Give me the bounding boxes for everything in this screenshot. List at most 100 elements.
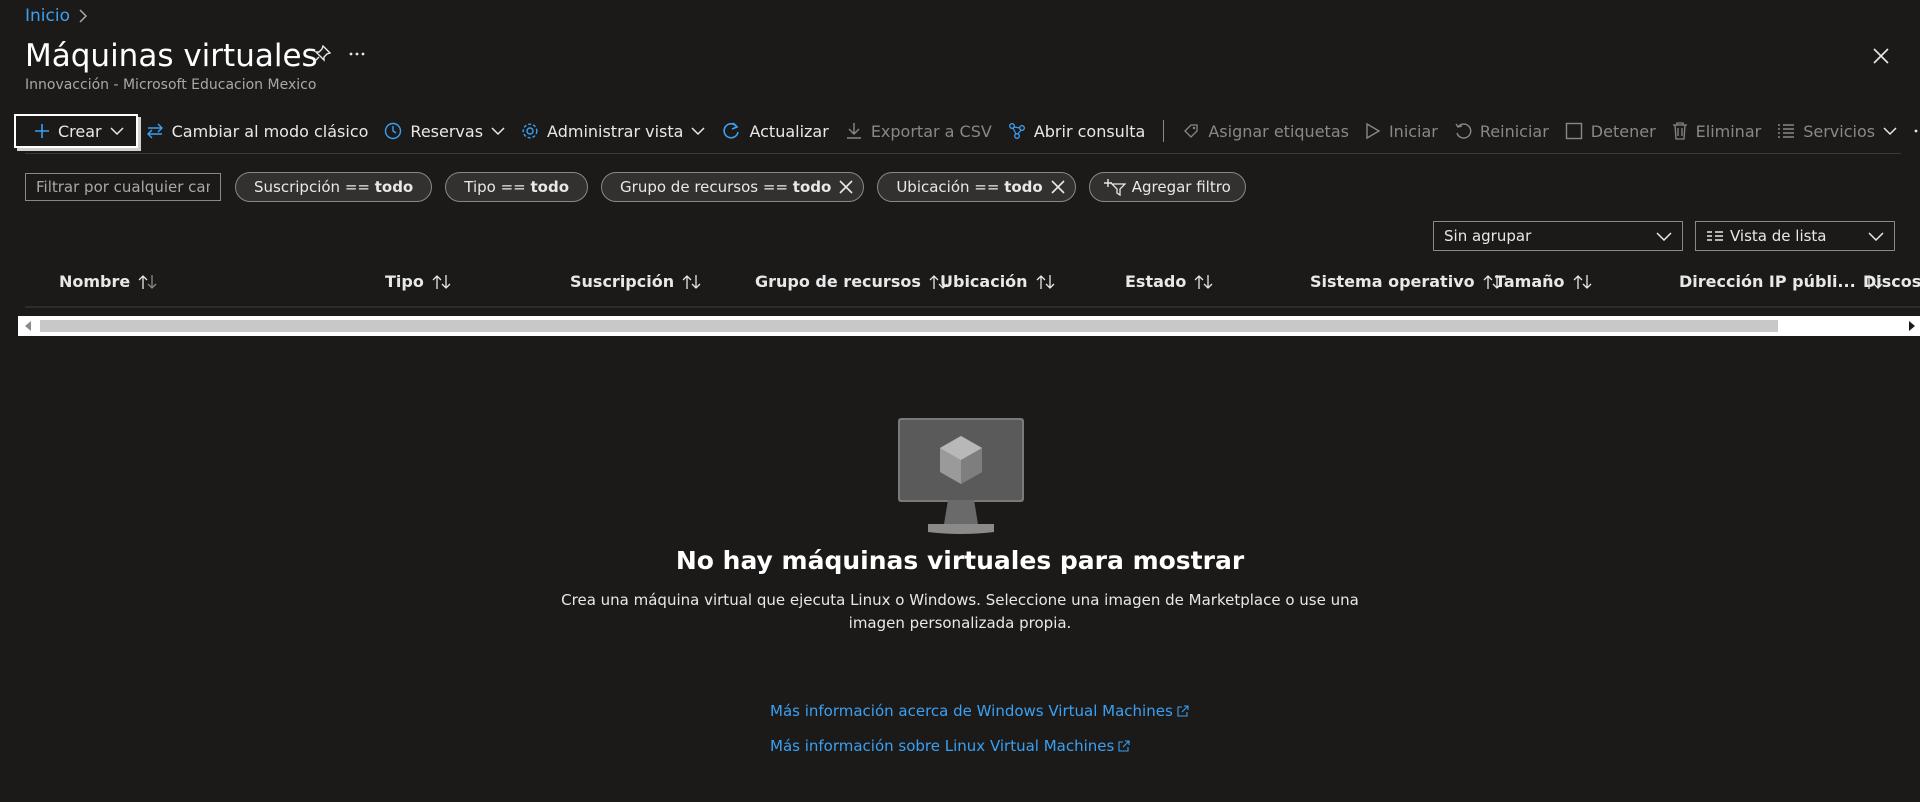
tag-icon: [1182, 122, 1200, 140]
page-title: Máquinas virtuales: [25, 38, 318, 74]
reservations-button[interactable]: Reservas: [376, 116, 513, 146]
export-csv-label: Exportar a CSV: [870, 121, 992, 141]
filter-search-input[interactable]: [25, 173, 221, 201]
assign-tags-button[interactable]: Asignar etiquetas: [1174, 116, 1357, 146]
column-header-status[interactable]: Estado: [1125, 272, 1214, 291]
column-header-public-ip[interactable]: Dirección IP públi...: [1679, 272, 1884, 291]
virtual-machine-monitor-icon: [898, 418, 1024, 536]
column-header-resource-group[interactable]: Grupo de recursos: [755, 272, 949, 291]
toolbar-divider: [1163, 120, 1165, 142]
add-filter-button[interactable]: Agregar filtro: [1088, 172, 1246, 202]
services-button[interactable]: Servicios: [1769, 116, 1905, 146]
breadcrumb: Inicio: [25, 4, 88, 28]
trash-icon: [1672, 122, 1688, 140]
services-label: Servicios: [1803, 121, 1876, 141]
open-query-button[interactable]: Abrir consulta: [1000, 116, 1154, 146]
manage-view-button[interactable]: Administrar vista: [513, 116, 713, 146]
windows-vm-info-label: Más información acerca de Windows Virtua…: [770, 702, 1173, 720]
remove-filter-icon[interactable]: [839, 180, 853, 194]
refresh-label: Actualizar: [749, 121, 829, 141]
filter-pill-value: todo: [1004, 178, 1043, 196]
export-csv-button[interactable]: Exportar a CSV: [837, 116, 1000, 146]
more-commands-button[interactable]: [1905, 116, 1920, 146]
chevron-down-icon: [1656, 231, 1672, 241]
sort-icon: [682, 274, 702, 290]
filter-pill-value: todo: [792, 178, 832, 196]
chevron-down-icon: [691, 126, 705, 136]
more-options-icon[interactable]: [348, 51, 366, 57]
linux-vm-info-label: Más información sobre Linux Virtual Mach…: [770, 737, 1115, 755]
scrollbar-thumb[interactable]: [40, 320, 1778, 332]
column-header-label: Grupo de recursos: [755, 272, 921, 291]
command-bar: Crear Cambiar al modo clásico Reservas A…: [14, 114, 1920, 148]
add-filter-label: Agregar filtro: [1131, 178, 1231, 196]
sort-icon: [1036, 274, 1056, 290]
classic-mode-label: Cambiar al modo clásico: [171, 121, 369, 141]
chevron-down-icon: [491, 126, 505, 136]
table-header-divider: [25, 306, 1920, 308]
restart-label: Reiniciar: [1479, 121, 1549, 141]
delete-button[interactable]: Eliminar: [1664, 116, 1770, 146]
stop-button[interactable]: Detener: [1557, 116, 1664, 146]
sort-icon: [1573, 274, 1593, 290]
create-button[interactable]: Crear: [14, 114, 138, 148]
list-icon: [1777, 123, 1795, 139]
scroll-left-arrow-icon[interactable]: [24, 321, 32, 331]
chevron-down-icon: [1868, 231, 1884, 241]
column-header-subscription[interactable]: Suscripción: [570, 272, 702, 291]
classic-mode-button[interactable]: Cambiar al modo clásico: [138, 116, 377, 146]
column-header-label: Sistema operativo: [1310, 272, 1475, 291]
column-header-label: Suscripción: [570, 272, 675, 291]
view-mode-value: Vista de lista: [1730, 227, 1827, 245]
filter-pill-value: todo: [530, 178, 570, 196]
horizontal-scrollbar[interactable]: [18, 316, 1920, 336]
refresh-button[interactable]: Actualizar: [713, 116, 836, 146]
grouping-dropdown[interactable]: Sin agrupar: [1433, 221, 1683, 251]
gear-icon: [521, 122, 539, 140]
start-button[interactable]: Iniciar: [1357, 116, 1446, 146]
filter-pill-type[interactable]: Tipo == todo: [445, 172, 589, 202]
view-mode-dropdown[interactable]: Vista de lista: [1695, 221, 1895, 251]
restart-button[interactable]: Reiniciar: [1446, 116, 1557, 146]
title-actions: [312, 44, 366, 64]
column-header-size[interactable]: Tamaño: [1495, 272, 1593, 291]
filter-pill-subscription[interactable]: Suscripción == todo: [235, 172, 433, 202]
pin-icon[interactable]: [312, 44, 332, 64]
chevron-down-icon: [1883, 126, 1897, 136]
stop-label: Detener: [1590, 121, 1656, 141]
play-icon: [1365, 122, 1381, 140]
scroll-right-arrow-icon[interactable]: [1908, 321, 1916, 331]
column-header-disks[interactable]: Discos: [1863, 272, 1920, 291]
filter-pill-location[interactable]: Ubicación == todo: [877, 172, 1076, 202]
column-header-label: Dirección IP públi...: [1679, 272, 1856, 291]
filter-pill-resource-group[interactable]: Grupo de recursos == todo: [601, 172, 865, 202]
column-header-name[interactable]: Nombre: [59, 272, 158, 291]
column-header-os[interactable]: Sistema operativo: [1310, 272, 1503, 291]
remove-filter-icon[interactable]: [1051, 180, 1065, 194]
breadcrumb-home-link[interactable]: Inicio: [25, 6, 70, 26]
assign-tags-label: Asignar etiquetas: [1208, 121, 1349, 141]
column-header-label: Nombre: [59, 272, 131, 291]
delete-label: Eliminar: [1695, 121, 1762, 141]
column-header-label: Tamaño: [1495, 272, 1565, 291]
sort-icon: [138, 274, 158, 290]
filter-pills: Suscripción == todo Tipo == todo Grupo d…: [235, 172, 1246, 202]
list-view-icon: [1706, 230, 1724, 242]
sort-icon: [1194, 274, 1214, 290]
filter-pill-label: Ubicación ==: [896, 178, 1005, 196]
filter-pill-label: Suscripción ==: [254, 178, 375, 196]
external-link-icon: [1118, 740, 1130, 752]
sort-icon: [432, 274, 452, 290]
manage-view-label: Administrar vista: [547, 121, 684, 141]
open-query-label: Abrir consulta: [1033, 121, 1146, 141]
windows-vm-info-link[interactable]: Más información acerca de Windows Virtua…: [770, 702, 1189, 720]
reservations-label: Reservas: [410, 121, 484, 141]
empty-state-title: No hay máquinas virtuales para mostrar: [675, 546, 1245, 575]
column-header-type[interactable]: Tipo: [385, 272, 452, 291]
column-header-label: Estado: [1125, 272, 1187, 291]
more-options-icon: [1913, 128, 1920, 134]
stop-square-icon: [1565, 122, 1583, 140]
column-header-location[interactable]: Ubicación: [940, 272, 1056, 291]
close-icon[interactable]: [1872, 47, 1890, 65]
linux-vm-info-link[interactable]: Más información sobre Linux Virtual Mach…: [770, 737, 1130, 755]
